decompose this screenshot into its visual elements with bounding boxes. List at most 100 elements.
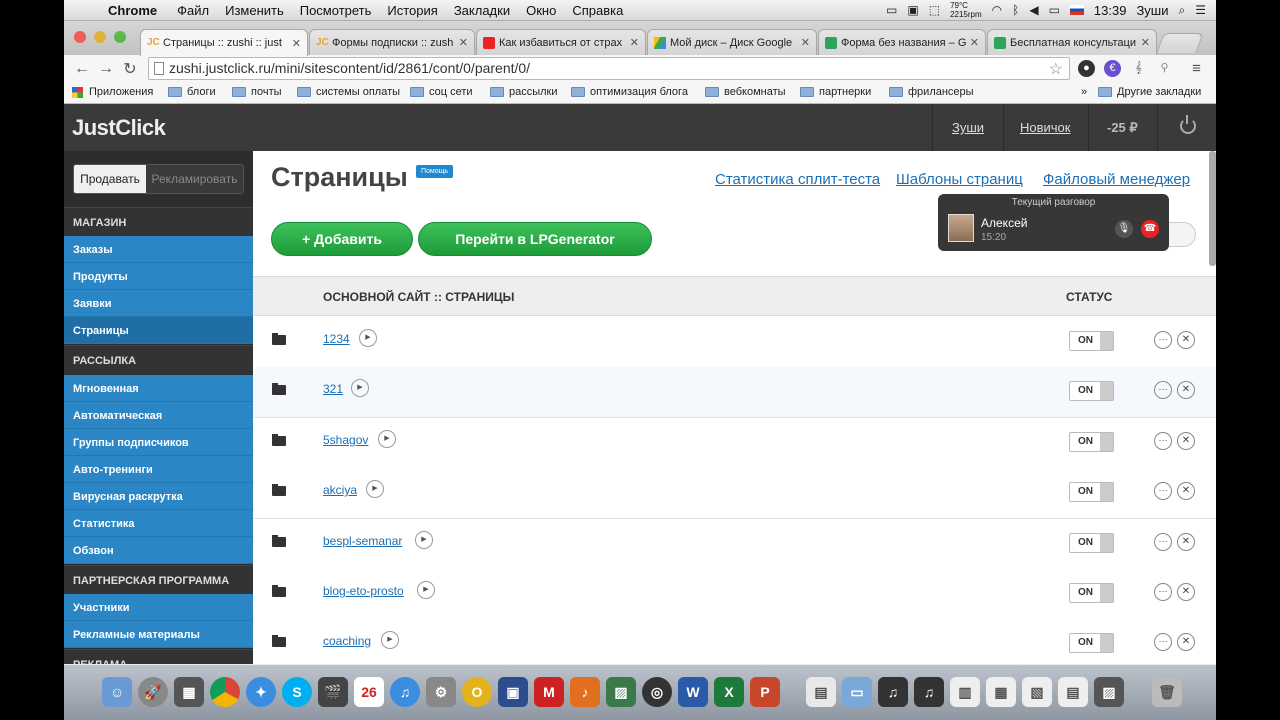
sidebar-item-subscriber-groups[interactable]: Группы подписчиков — [64, 429, 253, 456]
tab-consultation[interactable]: Бесплатная консультаци ✕ — [987, 29, 1157, 55]
o-app-icon[interactable]: O — [462, 677, 492, 707]
screen-icon[interactable]: ▭ — [886, 3, 897, 17]
screen-recorder-icon[interactable]: ▣ — [498, 677, 528, 707]
menu-help[interactable]: Справка — [564, 3, 631, 18]
sidebar-item-statistics[interactable]: Статистика — [64, 510, 253, 537]
more-options-icon[interactable]: ··· — [1154, 533, 1172, 551]
minimize-window-button[interactable] — [94, 31, 106, 43]
wifi-icon[interactable]: ◠ — [992, 3, 1002, 17]
trash-icon[interactable]: 🗑 — [1152, 677, 1182, 707]
menu-edit[interactable]: Изменить — [217, 3, 292, 18]
camera-icon[interactable]: ▣ — [907, 3, 918, 17]
disk-utility-icon[interactable]: ◎ — [642, 677, 672, 707]
back-icon[interactable]: ← — [70, 60, 94, 78]
play-icon[interactable]: ▶ — [351, 379, 369, 397]
status-toggle[interactable]: ON — [1069, 331, 1114, 351]
word-icon[interactable]: W — [678, 677, 708, 707]
menu-bookmarks[interactable]: Закладки — [446, 3, 518, 18]
sidebar-item-ad-materials[interactable]: Рекламные материалы — [64, 621, 253, 648]
mode-sell-button[interactable]: Продавать — [74, 165, 146, 193]
notifications-icon[interactable]: ☰ — [1195, 3, 1206, 17]
image-stack-icon[interactable]: ▨ — [1094, 677, 1124, 707]
mode-advertise-button[interactable]: Рекламировать — [146, 165, 243, 193]
page-link[interactable]: 5shagov — [323, 433, 368, 447]
bookmark-star-icon[interactable]: ☆ — [1049, 59, 1063, 79]
reload-icon[interactable]: ↻ — [118, 59, 142, 79]
header-level-link[interactable]: Новичок — [1020, 120, 1070, 135]
bluetooth-icon[interactable]: ᛒ — [1012, 3, 1019, 17]
menu-file[interactable]: Файл — [169, 3, 217, 18]
delete-icon[interactable]: ✕ — [1177, 533, 1195, 551]
sidebar-item-automatic[interactable]: Автоматическая — [64, 402, 253, 429]
screenshot-stack-icon[interactable]: ▧ — [1022, 677, 1052, 707]
music-stack-icon[interactable]: ♫ — [878, 677, 908, 707]
more-options-icon[interactable]: ··· — [1154, 482, 1172, 500]
file-manager-link[interactable]: Файловый менеджер — [1043, 171, 1190, 188]
page-link[interactable]: coaching — [323, 634, 371, 648]
docs-stack-icon[interactable]: ▤ — [806, 677, 836, 707]
menu-window[interactable]: Окно — [518, 3, 564, 18]
finder-icon[interactable]: ☺ — [102, 677, 132, 707]
close-tab-icon[interactable]: ✕ — [630, 36, 639, 49]
tab-youtube[interactable]: Как избавиться от страх ✕ — [476, 29, 646, 55]
clock[interactable]: 13:39 — [1094, 3, 1127, 18]
safari-icon[interactable]: ✦ — [246, 677, 276, 707]
excel-icon[interactable]: X — [714, 677, 744, 707]
bookmark-folder[interactable]: оптимизация блога — [571, 86, 688, 98]
launchpad-icon[interactable]: 🚀 — [138, 677, 168, 707]
status-toggle[interactable]: ON — [1069, 432, 1114, 452]
play-icon[interactable]: ▶ — [366, 480, 384, 498]
status-toggle[interactable]: ON — [1069, 533, 1114, 553]
status-toggle[interactable]: ON — [1069, 482, 1114, 502]
sidebar-item-viral[interactable]: Вирусная раскрутка — [64, 483, 253, 510]
menu-icon[interactable]: ≡ — [1188, 60, 1205, 77]
bookmark-folder[interactable]: блоги — [168, 86, 216, 98]
forward-icon[interactable]: → — [94, 60, 118, 78]
page-link[interactable]: akciya — [323, 483, 357, 497]
new-tab-button[interactable] — [1156, 33, 1204, 53]
status-toggle[interactable]: ON — [1069, 633, 1114, 653]
temperature-widget[interactable]: 79°C 2215rpm — [950, 1, 982, 19]
bookmark-folder[interactable]: вебкомнаты — [705, 86, 786, 98]
sidebar-item-products[interactable]: Продукты — [64, 263, 253, 290]
selection-icon[interactable]: ⬚ — [929, 3, 940, 17]
sidebar-item-participants[interactable]: Участники — [64, 594, 253, 621]
bookmark-folder[interactable]: соц сети — [410, 86, 473, 98]
more-options-icon[interactable]: ··· — [1154, 633, 1172, 651]
menu-history[interactable]: История — [379, 3, 445, 18]
extension-balloon-icon[interactable]: ⚲ — [1156, 60, 1173, 77]
movie-icon[interactable]: 🎬 — [318, 677, 348, 707]
bookmark-apps[interactable]: Приложения — [72, 86, 153, 98]
delete-icon[interactable]: ✕ — [1177, 331, 1195, 349]
status-toggle[interactable]: ON — [1069, 583, 1114, 603]
mute-mic-icon[interactable]: 🎙 — [1115, 220, 1133, 238]
battery-icon[interactable]: ▭ — [1049, 3, 1060, 17]
user-menu[interactable]: Зуши — [1136, 3, 1168, 18]
extension-camera-icon[interactable]: ● — [1078, 60, 1095, 77]
header-user-link[interactable]: Зуши — [952, 120, 984, 135]
chrome-icon[interactable] — [210, 677, 240, 707]
bookmark-folder[interactable]: почты — [232, 86, 282, 98]
spotlight-icon[interactable]: ⌕ — [1179, 3, 1186, 18]
bookmark-folder[interactable]: системы оплаты — [297, 86, 400, 98]
mindmap-icon[interactable]: M — [534, 677, 564, 707]
page-link[interactable]: 321 — [323, 382, 343, 396]
play-icon[interactable]: ▶ — [378, 430, 396, 448]
page-link[interactable]: blog-eto-prosto — [323, 584, 404, 598]
page-link[interactable]: bespl-semanar — [323, 534, 402, 548]
sidebar-item-orders[interactable]: Заказы — [64, 236, 253, 263]
sidebar-item-pages[interactable]: Страницы — [64, 317, 253, 344]
close-tab-icon[interactable]: ✕ — [801, 36, 810, 49]
extension-c-icon[interactable]: € — [1104, 60, 1121, 77]
play-icon[interactable]: ▶ — [415, 531, 433, 549]
page-link[interactable]: 1234 — [323, 332, 350, 346]
audio-app-icon[interactable]: ♪ — [570, 677, 600, 707]
document-stack-icon[interactable]: ▥ — [950, 677, 980, 707]
sidebar-item-requests[interactable]: Заявки — [64, 290, 253, 317]
volume-icon[interactable]: ◀ — [1029, 3, 1038, 17]
photos-icon[interactable]: ▨ — [606, 677, 636, 707]
close-window-button[interactable] — [74, 31, 86, 43]
address-bar[interactable]: zushi.justclick.ru/mini/sitescontent/id/… — [148, 57, 1070, 80]
sidebar-item-calls[interactable]: Обзвон — [64, 537, 253, 564]
logout-power-icon[interactable] — [1180, 115, 1196, 134]
